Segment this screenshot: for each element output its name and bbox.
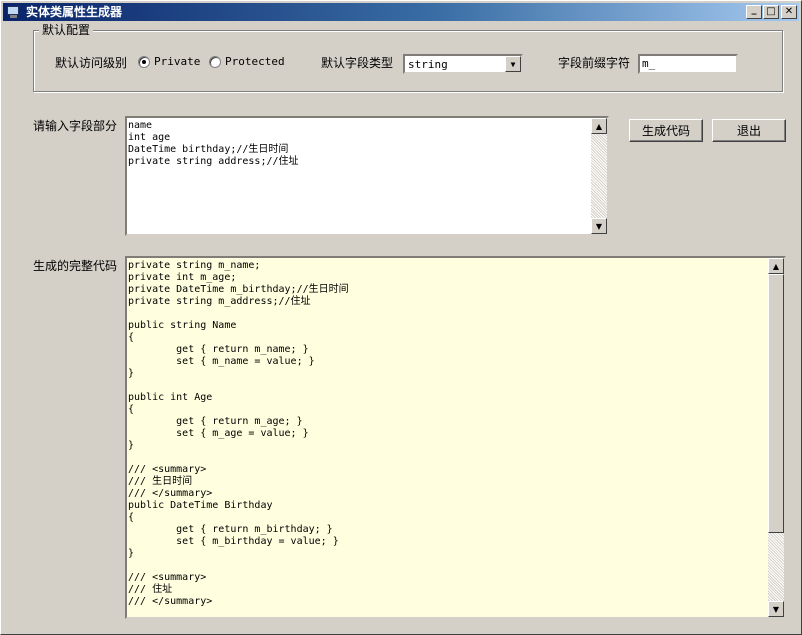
prefix-input[interactable]: m_ (638, 54, 738, 74)
field-type-select[interactable]: string ▼ (403, 54, 523, 74)
radio-protected-label[interactable]: Protected (225, 55, 285, 69)
field-input-textarea[interactable]: name int age DateTime birthday;//生日时间 pr… (125, 116, 609, 236)
scroll-up-icon[interactable]: ▲ (768, 258, 784, 274)
generated-code-text: private string m_name; private int m_age… (128, 260, 349, 607)
scroll-thumb[interactable] (768, 274, 784, 533)
scroll-up-icon[interactable]: ▲ (591, 118, 607, 134)
output-scrollbar[interactable]: ▲ ▼ (768, 258, 784, 617)
app-icon[interactable] (6, 5, 22, 19)
radio-protected[interactable] (209, 56, 221, 68)
title-bar[interactable]: 实体类属性生成器 _ □ ✕ (3, 3, 799, 21)
default-config-legend: 默认配置 (39, 22, 94, 38)
output-section-label: 生成的完整代码 (33, 259, 118, 273)
minimize-icon: _ (751, 4, 757, 15)
generate-button[interactable]: 生成代码 (629, 119, 703, 142)
app-window: 实体类属性生成器 _ □ ✕ 默认配置 默认访问级别 Private Prote… (0, 0, 802, 635)
input-scrollbar[interactable]: ▲ ▼ (591, 118, 607, 234)
access-level-label: 默认访问级别 (55, 56, 128, 70)
window-title: 实体类属性生成器 (26, 5, 123, 19)
field-type-label: 默认字段类型 (321, 56, 394, 70)
radio-private-label[interactable]: Private (154, 55, 200, 69)
exit-button[interactable]: 退出 (712, 119, 786, 142)
input-section-label: 请输入字段部分 (33, 119, 118, 133)
maximize-icon: □ (766, 6, 776, 17)
field-type-value: string (408, 58, 448, 71)
field-input-text: name int age DateTime birthday;//生日时间 pr… (128, 120, 299, 167)
scroll-down-icon[interactable]: ▼ (768, 601, 784, 617)
maximize-button[interactable]: □ (763, 5, 779, 19)
minimize-button[interactable]: _ (746, 5, 762, 19)
prefix-label: 字段前缀字符 (558, 56, 631, 70)
radio-private[interactable] (138, 56, 150, 68)
close-button[interactable]: ✕ (781, 5, 797, 19)
scroll-down-icon[interactable]: ▼ (591, 218, 607, 234)
generated-code-textarea[interactable]: private string m_name; private int m_age… (125, 256, 786, 619)
close-icon: ✕ (784, 6, 794, 17)
dropdown-arrow-icon[interactable]: ▼ (505, 56, 521, 72)
